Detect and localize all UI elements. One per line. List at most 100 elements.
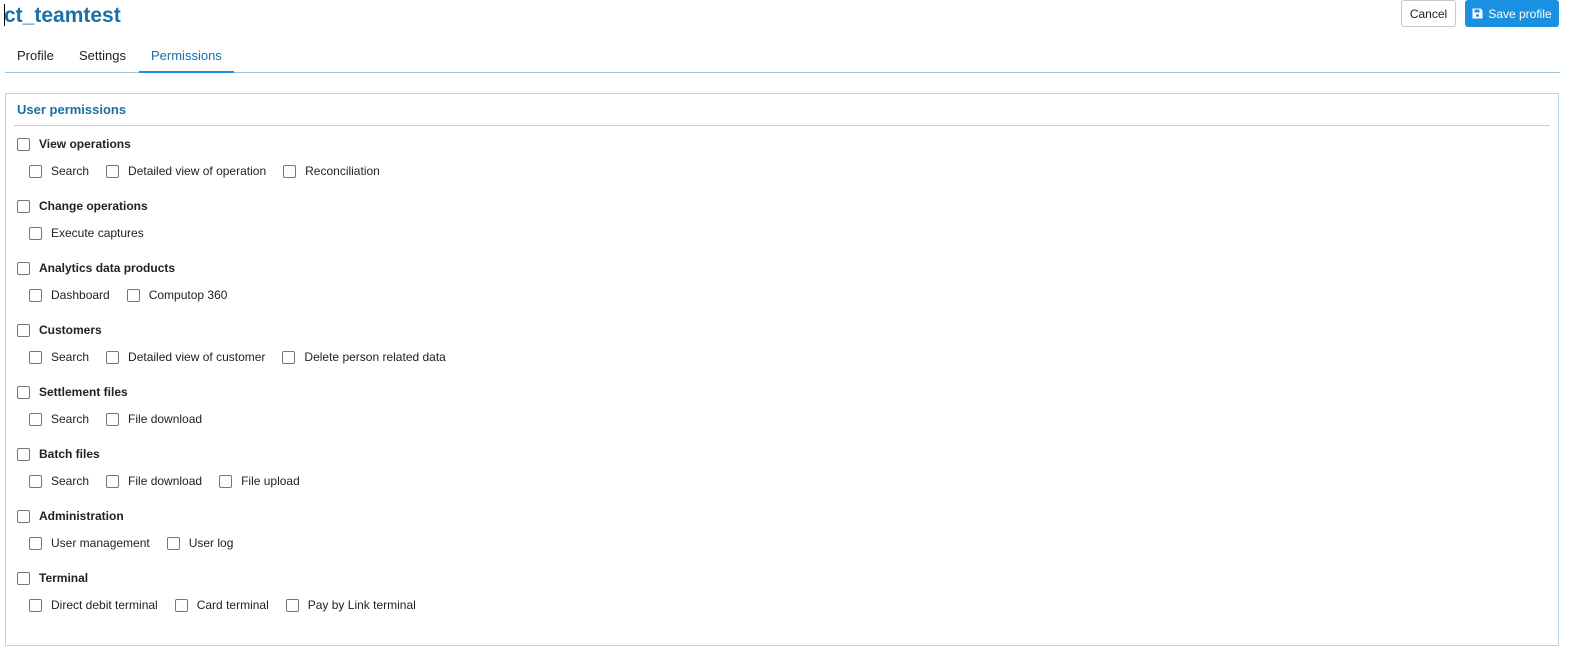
permission-items: Execute captures	[29, 226, 161, 240]
permission-checkbox[interactable]	[106, 164, 120, 178]
group-label[interactable]: Batch files	[39, 447, 100, 461]
permission-label[interactable]: Reconciliation	[305, 164, 380, 178]
permission-group: View operations Search Detailed view of op…	[6, 137, 1006, 197]
permission-checkbox[interactable]	[126, 288, 140, 302]
permission-label[interactable]: File download	[128, 474, 202, 488]
save-profile-button[interactable]: Save profile	[1465, 0, 1559, 27]
permission-label[interactable]: Search	[51, 164, 89, 178]
permission-checkbox[interactable]	[29, 350, 42, 364]
permission-item: Computop 360	[126, 288, 228, 302]
permission-group: Settlement files Search File download	[6, 385, 1006, 445]
permission-group-header: Analytics data products	[17, 261, 175, 275]
permission-label[interactable]: File upload	[241, 474, 300, 488]
permission-group-header: View operations	[17, 137, 131, 151]
group-checkbox[interactable]	[17, 323, 30, 337]
permission-group: Customers Search Detailed view of customer…	[6, 323, 1006, 383]
permission-item: Delete person related data	[282, 350, 446, 364]
permission-checkbox[interactable]	[219, 474, 233, 488]
group-checkbox[interactable]	[17, 385, 30, 399]
permission-label[interactable]: Pay by Link terminal	[308, 598, 416, 612]
permission-label[interactable]: Execute captures	[51, 226, 144, 240]
permission-label[interactable]: Search	[51, 412, 89, 426]
page-title: ct_teamtest	[4, 4, 121, 27]
tab-permissions[interactable]: Permissions	[139, 48, 234, 73]
permission-label[interactable]: File download	[128, 412, 202, 426]
group-label[interactable]: Terminal	[39, 571, 88, 585]
group-checkbox[interactable]	[17, 571, 30, 585]
permission-items: Search Detailed view of customer Delete pe…	[29, 350, 463, 364]
permission-label[interactable]: Delete person related data	[304, 350, 445, 364]
group-label[interactable]: Administration	[39, 509, 124, 523]
permission-checkbox[interactable]	[166, 536, 180, 550]
permission-label[interactable]: Detailed view of customer	[128, 350, 265, 364]
permission-items: Search File download File upload	[29, 474, 317, 488]
permission-label[interactable]: User log	[189, 536, 234, 550]
tab-bar: Profile Settings Permissions	[5, 40, 1560, 73]
group-checkbox[interactable]	[17, 509, 30, 523]
permission-item: Search	[29, 350, 89, 364]
permission-item: User log	[166, 536, 234, 550]
permission-checkbox[interactable]	[106, 412, 120, 426]
permission-label[interactable]: Detailed view of operation	[128, 164, 266, 178]
group-label[interactable]: View operations	[39, 137, 131, 151]
permission-group-header: Administration	[17, 509, 124, 523]
permission-label[interactable]: Dashboard	[51, 288, 110, 302]
permission-group-header: Terminal	[17, 571, 88, 585]
permission-item: File download	[106, 474, 202, 488]
permission-checkbox[interactable]	[283, 164, 297, 178]
permission-item: Dashboard	[29, 288, 110, 302]
permission-checkbox[interactable]	[106, 474, 120, 488]
permission-group-header: Batch files	[17, 447, 100, 461]
tab-settings[interactable]: Settings	[79, 48, 126, 73]
permission-item: Execute captures	[29, 226, 144, 240]
permission-items: Search Detailed view of operation Reconcil…	[29, 164, 397, 178]
permission-label[interactable]: User management	[51, 536, 150, 550]
permission-label[interactable]: Search	[51, 474, 89, 488]
permission-group: Terminal Direct debit terminal Card termin…	[6, 571, 1006, 631]
group-checkbox[interactable]	[17, 199, 30, 213]
permission-item: Pay by Link terminal	[285, 598, 416, 612]
permission-item: Detailed view of operation	[106, 164, 266, 178]
permission-item: File download	[106, 412, 202, 426]
permission-item: User management	[29, 536, 150, 550]
group-label[interactable]: Analytics data products	[39, 261, 175, 275]
permission-checkbox[interactable]	[29, 288, 42, 302]
permission-checkbox[interactable]	[29, 536, 42, 550]
permission-item: Search	[29, 474, 89, 488]
permission-checkbox[interactable]	[29, 598, 42, 612]
permission-items: Direct debit terminal Card terminal Pay by…	[29, 598, 433, 612]
permission-label[interactable]: Search	[51, 350, 89, 364]
group-checkbox[interactable]	[17, 261, 30, 275]
panel-divider	[14, 125, 1550, 126]
permission-item: Detailed view of customer	[106, 350, 265, 364]
permission-checkbox[interactable]	[174, 598, 188, 612]
permission-items: Dashboard Computop 360	[29, 288, 244, 302]
permission-label[interactable]: Direct debit terminal	[51, 598, 158, 612]
permission-group-header: Settlement files	[17, 385, 128, 399]
permission-checkbox[interactable]	[29, 164, 42, 178]
permission-checkbox[interactable]	[29, 226, 42, 240]
group-checkbox[interactable]	[17, 447, 30, 461]
save-profile-label: Save profile	[1488, 6, 1552, 21]
group-checkbox[interactable]	[17, 137, 30, 151]
group-label[interactable]: Change operations	[39, 199, 148, 213]
permission-group: Administration User management User log	[6, 509, 1006, 569]
permission-group: Batch files Search File download File uploa…	[6, 447, 1006, 507]
permission-item: Direct debit terminal	[29, 598, 158, 612]
cancel-button[interactable]: Cancel	[1401, 0, 1456, 27]
group-label[interactable]: Customers	[39, 323, 102, 337]
permission-checkbox[interactable]	[29, 412, 42, 426]
permission-checkbox[interactable]	[282, 350, 296, 364]
permission-item: Reconciliation	[283, 164, 380, 178]
permission-item: Search	[29, 412, 89, 426]
permission-checkbox[interactable]	[29, 474, 42, 488]
permission-group-header: Customers	[17, 323, 102, 337]
permission-label[interactable]: Computop 360	[149, 288, 228, 302]
permission-label[interactable]: Card terminal	[197, 598, 269, 612]
tab-profile[interactable]: Profile	[17, 48, 54, 73]
permission-items: User management User log	[29, 536, 250, 550]
group-label[interactable]: Settlement files	[39, 385, 128, 399]
permission-checkbox[interactable]	[285, 598, 299, 612]
permission-checkbox[interactable]	[106, 350, 120, 364]
permission-item: Card terminal	[174, 598, 269, 612]
